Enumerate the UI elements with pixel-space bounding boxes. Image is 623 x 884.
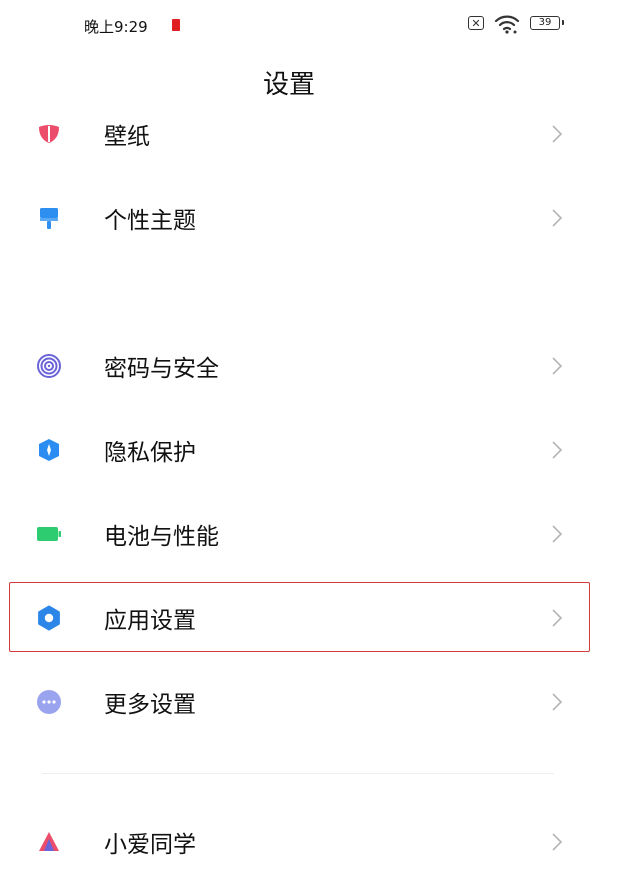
settings-item-label: 个性主题 [104,208,196,234]
settings-item-label: 密码与安全 [104,356,219,382]
status-time: 晚上9:29 [84,18,148,36]
chevron-right-icon [552,833,563,851]
settings-item-label: 隐私保护 [104,440,196,466]
battery-indicator: 39 [530,16,564,30]
xiaoai-icon [39,832,59,851]
settings-item-password-security[interactable]: 密码与安全 [0,324,600,408]
section-divider [42,773,554,774]
theme-brush-icon [40,208,58,229]
chevron-right-icon [552,693,563,711]
fingerprint-icon [37,354,61,378]
status-bar: 晚上9:29 ✕ 39 [0,0,623,50]
wifi-icon [494,15,520,34]
chevron-right-icon [552,441,563,459]
settings-item-label: 小爱同学 [104,832,196,858]
chevron-right-icon [552,209,563,227]
chevron-right-icon [552,525,563,543]
settings-item-more-settings[interactable]: 更多设置 [0,660,600,744]
wallpaper-icon [39,125,59,143]
battery-icon [37,527,61,541]
settings-item-wallpaper[interactable]: 壁纸 [0,92,600,176]
no-sim-icon: ✕ [468,16,484,30]
chevron-right-icon [552,609,563,627]
chevron-right-icon [552,125,563,143]
privacy-shield-icon [39,439,59,461]
settings-item-app-settings[interactable]: 应用设置 [0,576,600,660]
settings-item-theme[interactable]: 个性主题 [0,176,600,260]
settings-item-privacy[interactable]: 隐私保护 [0,408,600,492]
settings-item-label: 更多设置 [104,692,196,718]
settings-item-battery-performance[interactable]: 电池与性能 [0,492,600,576]
settings-item-label: 电池与性能 [104,524,219,550]
more-dots-icon [37,690,61,714]
settings-item-label: 壁纸 [104,124,150,150]
settings-item-label: 应用设置 [104,608,196,634]
chevron-right-icon [552,357,563,375]
notification-icon [172,19,180,31]
settings-item-xiaoai[interactable]: 小爱同学 [0,800,600,884]
gear-icon [38,605,60,631]
